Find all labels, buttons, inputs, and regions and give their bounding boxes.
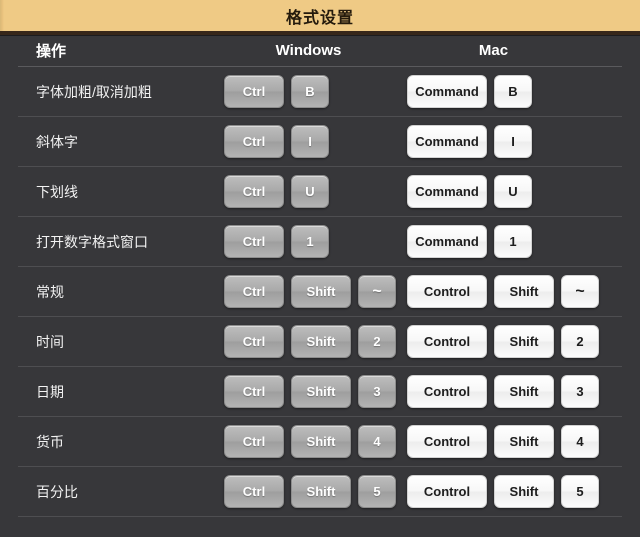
key-cap: 2 <box>358 325 396 358</box>
key-cap: Ctrl <box>224 375 284 408</box>
action-label: 百分比 <box>36 483 78 500</box>
key-cap: Command <box>407 175 487 208</box>
title-band-left-edge <box>0 0 4 31</box>
key-cap: 5 <box>561 475 599 508</box>
mac-shortcut-cell: Command I <box>401 125 586 158</box>
key-cap: Shift <box>494 425 554 458</box>
mac-shortcut-cell: Control Shift 3 <box>401 375 599 408</box>
key-cap: B <box>494 75 532 108</box>
key-cap: 4 <box>561 425 599 458</box>
windows-shortcut-cell: Ctrl B <box>216 75 401 108</box>
key-cap: Shift <box>291 275 351 308</box>
key-cap: Shift <box>494 475 554 508</box>
key-cap: 5 <box>358 475 396 508</box>
table-header-row: 操作 Windows Mac <box>18 36 622 67</box>
key-cap: Control <box>407 275 487 308</box>
key-cap: ~ <box>561 275 599 308</box>
table-row: 下划线 Ctrl U Command U <box>18 167 622 217</box>
table-row: 常规 Ctrl Shift ~ Control Shift ~ <box>18 267 622 317</box>
key-cap: Ctrl <box>224 175 284 208</box>
windows-shortcut-cell: Ctrl Shift 4 <box>216 425 401 458</box>
mac-shortcut-cell: Control Shift 2 <box>401 325 599 358</box>
key-cap: Control <box>407 475 487 508</box>
key-cap: Control <box>407 375 487 408</box>
key-cap: Command <box>407 75 487 108</box>
key-cap: 1 <box>291 225 329 258</box>
key-cap: Shift <box>494 375 554 408</box>
key-cap: Control <box>407 325 487 358</box>
table-row: 时间 Ctrl Shift 2 Control Shift 2 <box>18 317 622 367</box>
windows-shortcut-cell: Ctrl I <box>216 125 401 158</box>
key-cap: Ctrl <box>224 125 284 158</box>
key-cap: 3 <box>561 375 599 408</box>
key-cap: Ctrl <box>224 425 284 458</box>
key-cap: Control <box>407 425 487 458</box>
key-cap: Shift <box>494 325 554 358</box>
key-cap: 4 <box>358 425 396 458</box>
page-title: 格式设置 <box>285 9 354 27</box>
mac-shortcut-cell: Control Shift ~ <box>401 275 599 308</box>
key-cap: Ctrl <box>224 225 284 258</box>
table-row: 日期 Ctrl Shift 3 Control Shift 3 <box>18 367 622 417</box>
mac-shortcut-cell: Command 1 <box>401 225 586 258</box>
key-cap: Command <box>407 225 487 258</box>
table-row: 货币 Ctrl Shift 4 Control Shift 4 <box>18 417 622 467</box>
key-cap: Ctrl <box>224 75 284 108</box>
key-cap: B <box>291 75 329 108</box>
windows-shortcut-cell: Ctrl Shift ~ <box>216 275 401 308</box>
mac-shortcut-cell: Command B <box>401 75 586 108</box>
shortcut-table: 操作 Windows Mac 字体加粗/取消加粗 Ctrl B Command B 斜体字… <box>0 36 640 517</box>
key-cap: Shift <box>291 325 351 358</box>
table-row: 字体加粗/取消加粗 Ctrl B Command B <box>18 67 622 117</box>
key-cap: 1 <box>494 225 532 258</box>
mac-shortcut-cell: Control Shift 5 <box>401 475 599 508</box>
key-cap: Ctrl <box>224 325 284 358</box>
key-cap: Command <box>407 125 487 158</box>
windows-shortcut-cell: Ctrl Shift 2 <box>216 325 401 358</box>
key-cap: U <box>494 175 532 208</box>
key-cap: 2 <box>561 325 599 358</box>
action-label: 时间 <box>36 333 64 350</box>
column-header-windows: Windows <box>275 41 342 59</box>
windows-shortcut-cell: Ctrl 1 <box>216 225 401 258</box>
windows-shortcut-cell: Ctrl Shift 3 <box>216 375 401 408</box>
table-body: 字体加粗/取消加粗 Ctrl B Command B 斜体字 Ctrl I Command I 下划… <box>18 67 622 517</box>
title-band: 格式设置 <box>0 0 640 31</box>
key-cap: ~ <box>358 275 396 308</box>
key-cap: Shift <box>494 275 554 308</box>
action-label: 下划线 <box>36 183 78 200</box>
key-cap: U <box>291 175 329 208</box>
column-header-mac: Mac <box>478 41 509 59</box>
key-cap: Shift <box>291 425 351 458</box>
windows-shortcut-cell: Ctrl Shift 5 <box>216 475 401 508</box>
column-header-action: 操作 <box>36 42 67 60</box>
key-cap: I <box>291 125 329 158</box>
windows-shortcut-cell: Ctrl U <box>216 175 401 208</box>
table-row: 百分比 Ctrl Shift 5 Control Shift 5 <box>18 467 622 517</box>
action-label: 日期 <box>36 383 64 400</box>
table-row: 打开数字格式窗口 Ctrl 1 Command 1 <box>18 217 622 267</box>
key-cap: Ctrl <box>224 275 284 308</box>
action-label: 字体加粗/取消加粗 <box>36 83 152 100</box>
action-label: 常规 <box>36 283 64 300</box>
shortcut-reference-card: 格式设置 操作 Windows Mac 字体加粗/取消加粗 Ctrl B Comman… <box>0 0 640 537</box>
key-cap: I <box>494 125 532 158</box>
action-label: 货币 <box>36 433 64 450</box>
key-cap: 3 <box>358 375 396 408</box>
mac-shortcut-cell: Control Shift 4 <box>401 425 599 458</box>
key-cap: Shift <box>291 375 351 408</box>
table-row: 斜体字 Ctrl I Command I <box>18 117 622 167</box>
key-cap: Ctrl <box>224 475 284 508</box>
mac-shortcut-cell: Command U <box>401 175 586 208</box>
action-label: 打开数字格式窗口 <box>36 233 148 250</box>
action-label: 斜体字 <box>36 133 78 150</box>
key-cap: Shift <box>291 475 351 508</box>
